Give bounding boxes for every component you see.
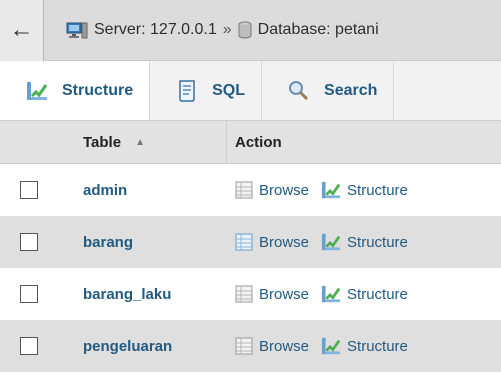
structure-action[interactable]: Structure bbox=[321, 284, 408, 304]
table-row: admin Browse Structure bbox=[0, 164, 501, 216]
tab-bar: Structure SQL Search bbox=[0, 61, 501, 121]
browse-action[interactable]: Browse bbox=[235, 181, 309, 199]
tab-search[interactable]: Search bbox=[262, 61, 395, 120]
header-table-label: Table bbox=[83, 133, 122, 151]
structure-label: Structure bbox=[347, 337, 408, 355]
browse-icon bbox=[235, 181, 253, 199]
tab-sql-label: SQL bbox=[212, 81, 246, 99]
header-table[interactable]: Table ▲ bbox=[67, 120, 227, 164]
back-button[interactable]: ← bbox=[0, 0, 44, 61]
table-row: barang Browse Structure bbox=[0, 216, 501, 268]
phpmyadmin-window: ← Server: 127.0.0.1 » Database: petani S… bbox=[0, 0, 501, 374]
structure-action[interactable]: Structure bbox=[321, 336, 408, 356]
table-row: pengeluaran Browse Structure bbox=[0, 320, 501, 372]
tab-search-label: Search bbox=[324, 81, 378, 99]
sort-ascending-icon: ▲ bbox=[135, 136, 145, 148]
breadcrumb-database-label: Database: petani bbox=[257, 21, 379, 38]
table-name-link[interactable]: barang bbox=[67, 234, 227, 251]
breadcrumb: Server: 127.0.0.1 » Database: petani bbox=[44, 21, 379, 39]
sql-icon bbox=[176, 79, 198, 103]
browse-label: Browse bbox=[259, 181, 310, 199]
table-row: barang_laku Browse Structure bbox=[0, 268, 501, 320]
browse-icon bbox=[235, 285, 253, 303]
structure-label: Structure bbox=[347, 233, 408, 251]
breadcrumb-server[interactable]: Server: 127.0.0.1 bbox=[66, 21, 217, 39]
structure-icon bbox=[26, 80, 48, 102]
structure-label: Structure bbox=[347, 285, 408, 303]
row-checkbox[interactable] bbox=[19, 337, 38, 355]
header-action: Action bbox=[235, 133, 282, 151]
structure-icon bbox=[321, 232, 341, 252]
breadcrumb-bar: ← Server: 127.0.0.1 » Database: petani bbox=[0, 0, 501, 61]
structure-action[interactable]: Structure bbox=[321, 180, 408, 200]
breadcrumb-server-label: Server: 127.0.0.1 bbox=[94, 21, 217, 38]
tab-structure[interactable]: Structure bbox=[0, 61, 151, 120]
database-icon bbox=[238, 21, 252, 39]
browse-action[interactable]: Browse bbox=[235, 337, 309, 355]
header-checkbox-column bbox=[0, 121, 67, 164]
browse-action[interactable]: Browse bbox=[235, 233, 309, 251]
table-name-link[interactable]: admin bbox=[67, 182, 227, 199]
table-name-link[interactable]: pengeluaran bbox=[67, 338, 227, 355]
tables-list: Table ▲ Action admin Browse Structure ba… bbox=[0, 120, 501, 374]
tab-sql[interactable]: SQL bbox=[150, 61, 263, 120]
breadcrumb-separator: » bbox=[222, 21, 232, 38]
row-checkbox[interactable] bbox=[19, 233, 38, 251]
breadcrumb-database[interactable]: Database: petani bbox=[238, 21, 379, 39]
table-header: Table ▲ Action bbox=[0, 120, 501, 164]
browse-label: Browse bbox=[259, 337, 310, 355]
browse-label: Browse bbox=[259, 233, 310, 251]
row-checkbox[interactable] bbox=[19, 285, 38, 303]
structure-icon bbox=[321, 336, 341, 356]
table-name-link[interactable]: barang_laku bbox=[67, 286, 227, 303]
structure-icon bbox=[321, 284, 341, 304]
browse-icon bbox=[235, 233, 253, 251]
structure-icon bbox=[321, 180, 341, 200]
tab-structure-label: Structure bbox=[62, 81, 134, 99]
browse-label: Browse bbox=[259, 285, 310, 303]
search-icon bbox=[288, 80, 310, 102]
browse-action[interactable]: Browse bbox=[235, 285, 309, 303]
browse-icon bbox=[235, 337, 253, 355]
row-checkbox[interactable] bbox=[19, 181, 38, 199]
structure-label: Structure bbox=[347, 181, 408, 199]
server-icon bbox=[66, 21, 88, 39]
structure-action[interactable]: Structure bbox=[321, 232, 408, 252]
